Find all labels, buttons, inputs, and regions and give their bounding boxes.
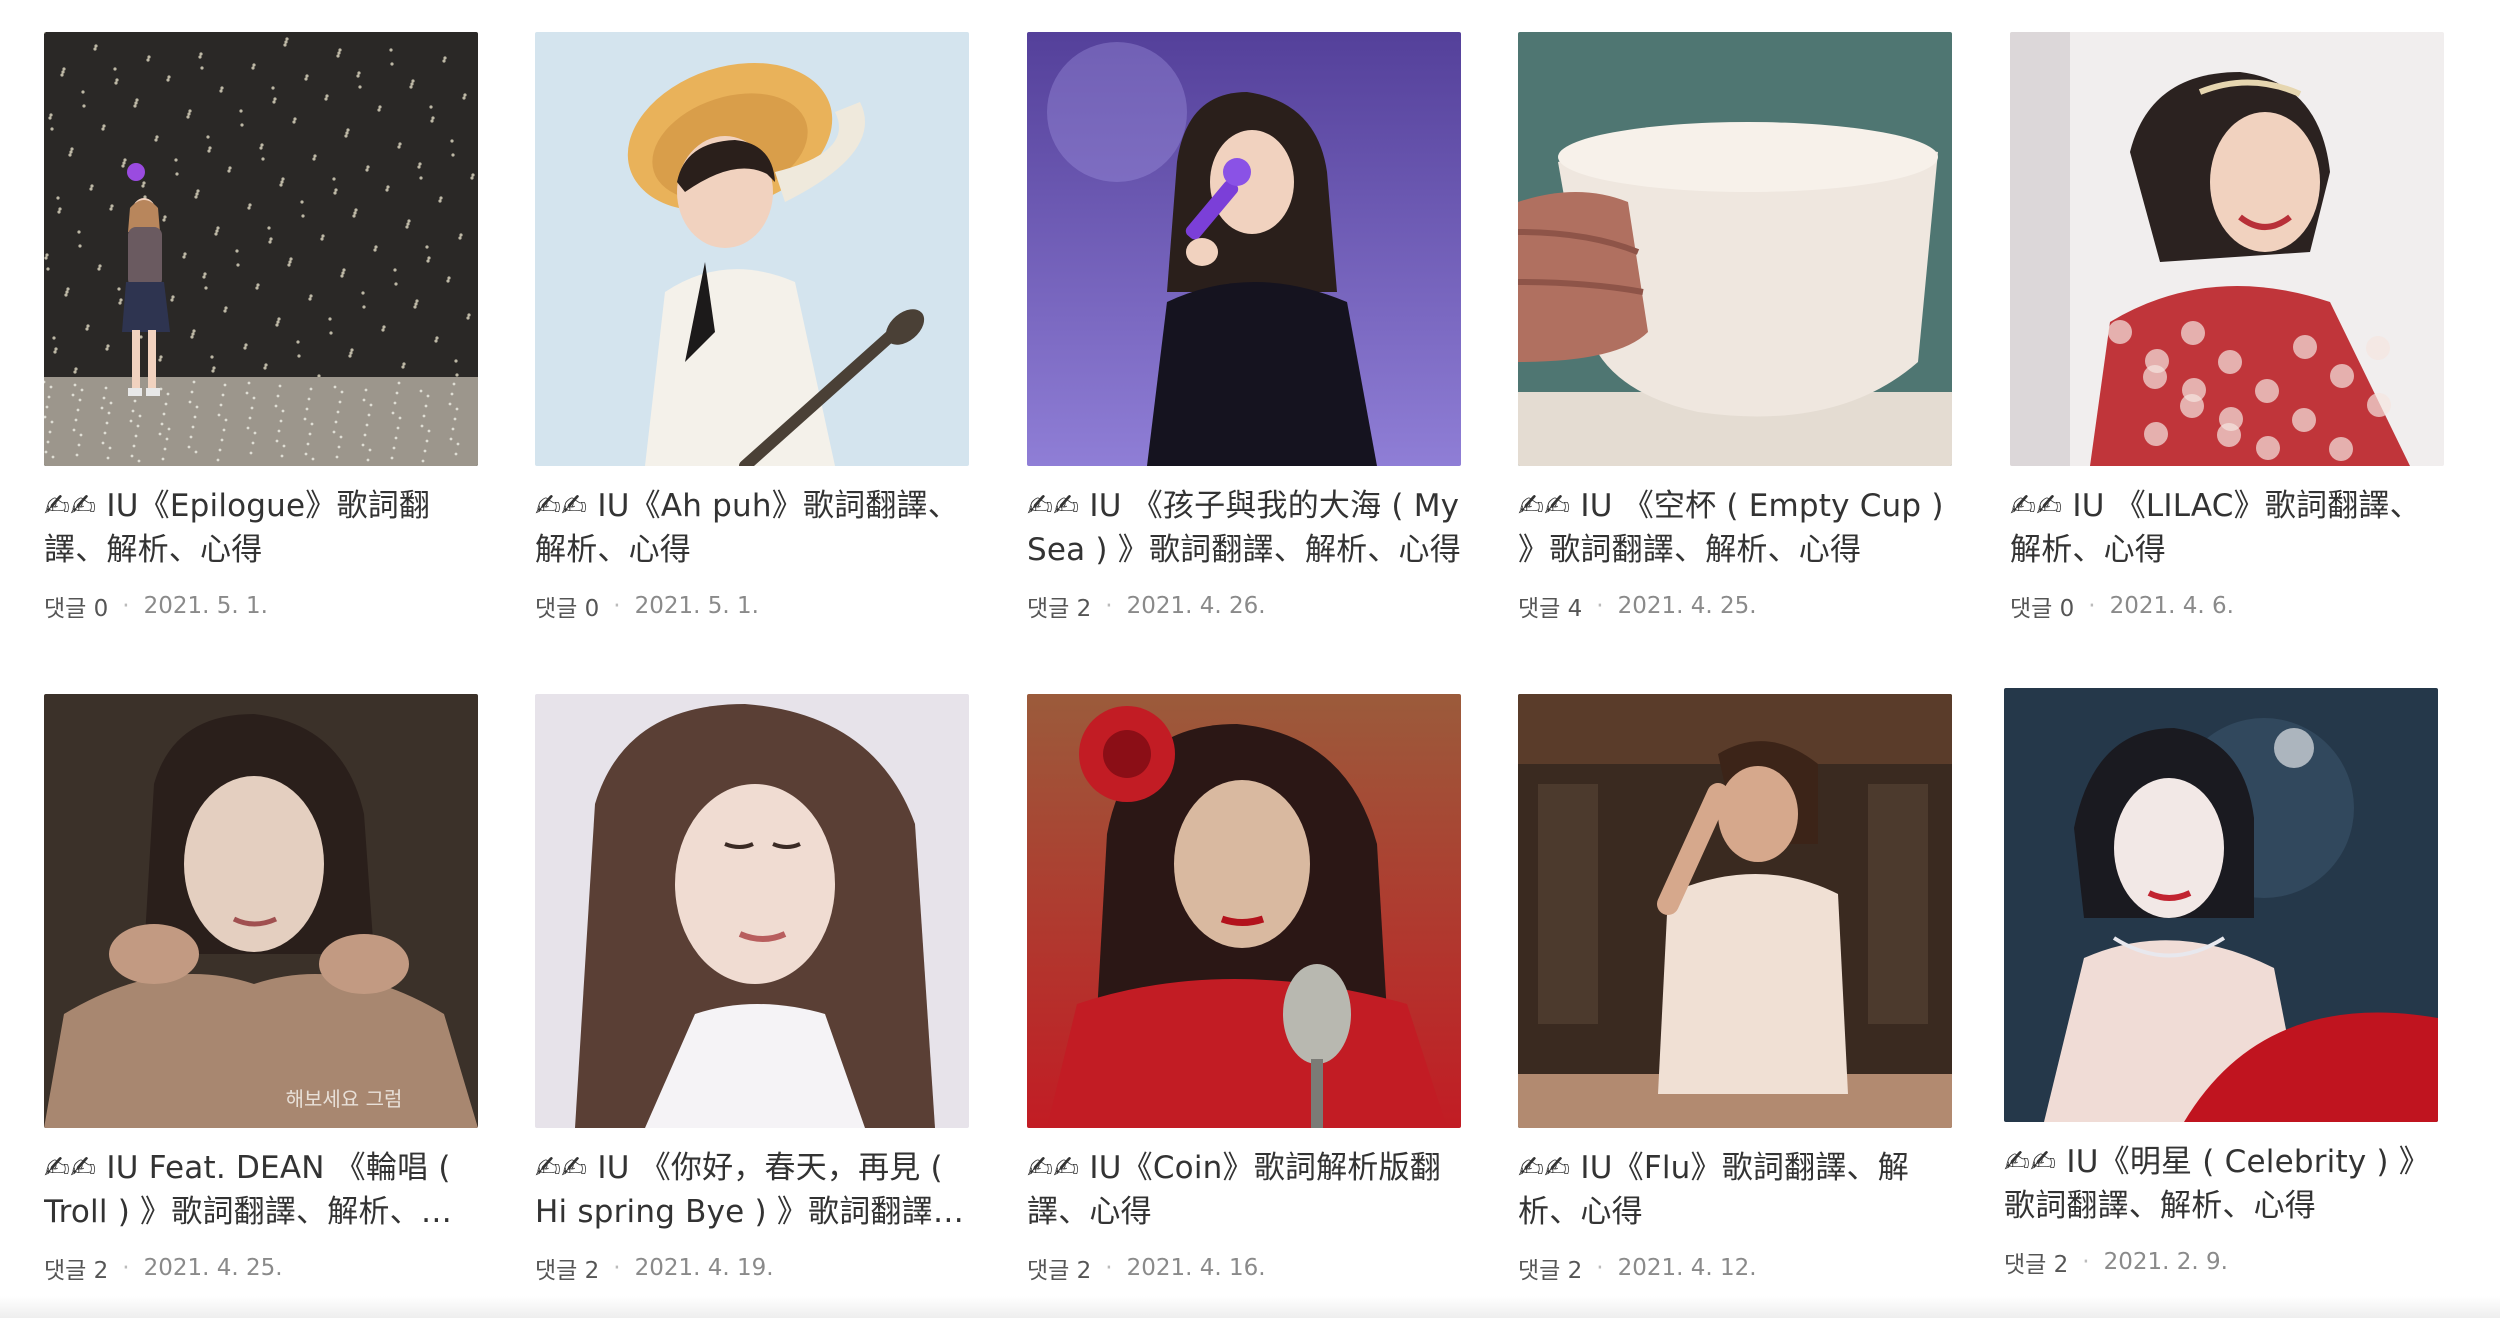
thumbnail-image xyxy=(1518,694,1952,1128)
post-meta: 댓글 2 · 2021. 4. 25. xyxy=(44,1251,478,1285)
post-title[interactable]: ✍✍ IU 《孩子與我的大海 ( My Sea ) 》歌詞翻譯、解析、心得 xyxy=(1027,484,1461,572)
meta-separator: · xyxy=(1596,593,1604,619)
post-date: 2021. 5. 1. xyxy=(143,593,268,619)
bottom-shadow xyxy=(0,1296,2500,1318)
post-card[interactable]: ✍✍ IU 《孩子與我的大海 ( My Sea ) 》歌詞翻譯、解析、心得 댓글 … xyxy=(1027,32,1461,623)
post-thumbnail[interactable]: 해보세요 그럼 xyxy=(44,694,478,1128)
video-caption: 해보세요 그럼 xyxy=(286,1087,403,1111)
meta-separator: · xyxy=(122,593,130,619)
post-meta: 댓글 0 · 2021. 4. 6. xyxy=(2010,589,2444,623)
post-title[interactable]: ✍✍ IU《Flu》歌詞翻譯、解析、心得 xyxy=(1518,1146,1952,1234)
thumbnail-image xyxy=(1027,32,1461,466)
post-grid: ✍✍ IU《Epilogue》歌詞翻譯、解析、心得 댓글 0 · 2021. 5. 1… xyxy=(0,0,2500,1318)
post-card[interactable]: ✍✍ IU《Ah puh》歌詞翻譯、解析、心得 댓글 0 · 2021. 5. 1. xyxy=(535,32,969,623)
thumbnail-image xyxy=(2010,32,2444,466)
post-meta: 댓글 4 · 2021. 4. 25. xyxy=(1518,589,1952,623)
thumbnail-image xyxy=(1027,694,1461,1128)
post-date: 2021. 4. 25. xyxy=(1617,593,1757,619)
post-meta: 댓글 0 · 2021. 5. 1. xyxy=(44,589,478,623)
post-title[interactable]: ✍✍ IU《Coin》歌詞解析版翻譯、心得 xyxy=(1027,1146,1461,1234)
thumbnail-image xyxy=(44,32,478,466)
comment-count[interactable]: 댓글 2 xyxy=(535,1251,599,1285)
post-thumbnail[interactable] xyxy=(2010,32,2444,466)
post-thumbnail[interactable] xyxy=(2004,688,2438,1122)
post-card[interactable]: ✍✍ IU 《空杯 ( Empty Cup ) 》歌詞翻譯、解析、心得 댓글 4 ·… xyxy=(1518,32,1952,623)
thumbnail-image xyxy=(535,32,969,466)
post-date: 2021. 4. 16. xyxy=(1126,1255,1266,1281)
post-thumbnail[interactable] xyxy=(44,32,478,466)
comment-count[interactable]: 댓글 2 xyxy=(1027,1251,1091,1285)
comment-count[interactable]: 댓글 2 xyxy=(1027,589,1091,623)
post-title[interactable]: ✍✍ IU《Epilogue》歌詞翻譯、解析、心得 xyxy=(44,484,478,572)
post-title[interactable]: ✍✍ IU《Ah puh》歌詞翻譯、解析、心得 xyxy=(535,484,969,572)
comment-count[interactable]: 댓글 2 xyxy=(44,1251,108,1285)
thumbnail-image xyxy=(1518,32,1952,466)
comment-count[interactable]: 댓글 0 xyxy=(535,589,599,623)
post-meta: 댓글 2 · 2021. 2. 9. xyxy=(2004,1245,2438,1279)
meta-separator: · xyxy=(1596,1255,1604,1281)
post-title[interactable]: ✍✍ IU 《空杯 ( Empty Cup ) 》歌詞翻譯、解析、心得 xyxy=(1518,484,1952,572)
post-thumbnail[interactable] xyxy=(535,694,969,1128)
post-date: 2021. 2. 9. xyxy=(2103,1249,2228,1275)
thumbnail-image xyxy=(535,694,969,1128)
post-title[interactable]: ✍✍ IU Feat. DEAN 《輪唱 ( Troll ) 》歌詞翻譯、解析、… xyxy=(44,1146,478,1234)
comment-count[interactable]: 댓글 2 xyxy=(1518,1251,1582,1285)
post-title[interactable]: ✍✍ IU 《你好，春天，再見 ( Hi spring Bye ) 》歌詞翻譯、… xyxy=(535,1146,969,1234)
post-meta: 댓글 2 · 2021. 4. 19. xyxy=(535,1251,969,1285)
meta-separator: · xyxy=(613,1255,621,1281)
post-date: 2021. 4. 6. xyxy=(2109,593,2234,619)
post-meta: 댓글 2 · 2021. 4. 16. xyxy=(1027,1251,1461,1285)
post-thumbnail[interactable] xyxy=(1518,32,1952,466)
post-title[interactable]: ✍✍ IU 《LILAC》歌詞翻譯、解析、心得 xyxy=(2010,484,2444,572)
meta-separator: · xyxy=(1105,593,1113,619)
post-card[interactable]: 해보세요 그럼 ✍✍ IU Feat. DEAN 《輪唱 ( Troll ) 》歌… xyxy=(44,694,478,1285)
meta-separator: · xyxy=(122,1255,130,1281)
post-meta: 댓글 2 · 2021. 4. 12. xyxy=(1518,1251,1952,1285)
post-card[interactable]: ✍✍ IU 《LILAC》歌詞翻譯、解析、心得 댓글 0 · 2021. 4. 6. xyxy=(2010,32,2444,623)
meta-separator: · xyxy=(1105,1255,1113,1281)
comment-count[interactable]: 댓글 0 xyxy=(44,589,108,623)
comment-count[interactable]: 댓글 4 xyxy=(1518,589,1582,623)
post-thumbnail[interactable] xyxy=(1027,32,1461,466)
post-date: 2021. 4. 26. xyxy=(1126,593,1266,619)
thumbnail-image xyxy=(2004,688,2438,1122)
post-date: 2021. 4. 12. xyxy=(1617,1255,1757,1281)
post-date: 2021. 4. 19. xyxy=(634,1255,774,1281)
meta-separator: · xyxy=(613,593,621,619)
post-date: 2021. 5. 1. xyxy=(634,593,759,619)
thumbnail-image: 해보세요 그럼 xyxy=(44,694,478,1128)
post-date: 2021. 4. 25. xyxy=(143,1255,283,1281)
meta-separator: · xyxy=(2082,1249,2090,1275)
comment-count[interactable]: 댓글 2 xyxy=(2004,1245,2068,1279)
post-meta: 댓글 2 · 2021. 4. 26. xyxy=(1027,589,1461,623)
post-card[interactable]: ✍✍ IU《Flu》歌詞翻譯、解析、心得 댓글 2 · 2021. 4. 12. xyxy=(1518,694,1952,1285)
post-card[interactable]: ✍✍ IU《明星 ( Celebrity ) 》歌詞翻譯、解析、心得 댓글 2 · 2… xyxy=(2004,688,2438,1279)
post-card[interactable]: ✍✍ IU 《你好，春天，再見 ( Hi spring Bye ) 》歌詞翻譯、… xyxy=(535,694,969,1285)
comment-count[interactable]: 댓글 0 xyxy=(2010,589,2074,623)
post-card[interactable]: ✍✍ IU《Coin》歌詞解析版翻譯、心得 댓글 2 · 2021. 4. 16. xyxy=(1027,694,1461,1285)
post-meta: 댓글 0 · 2021. 5. 1. xyxy=(535,589,969,623)
meta-separator: · xyxy=(2088,593,2096,619)
post-thumbnail[interactable] xyxy=(1027,694,1461,1128)
post-thumbnail[interactable] xyxy=(535,32,969,466)
post-title[interactable]: ✍✍ IU《明星 ( Celebrity ) 》歌詞翻譯、解析、心得 xyxy=(2004,1140,2438,1228)
post-thumbnail[interactable] xyxy=(1518,694,1952,1128)
post-card[interactable]: ✍✍ IU《Epilogue》歌詞翻譯、解析、心得 댓글 0 · 2021. 5. 1… xyxy=(44,32,478,623)
